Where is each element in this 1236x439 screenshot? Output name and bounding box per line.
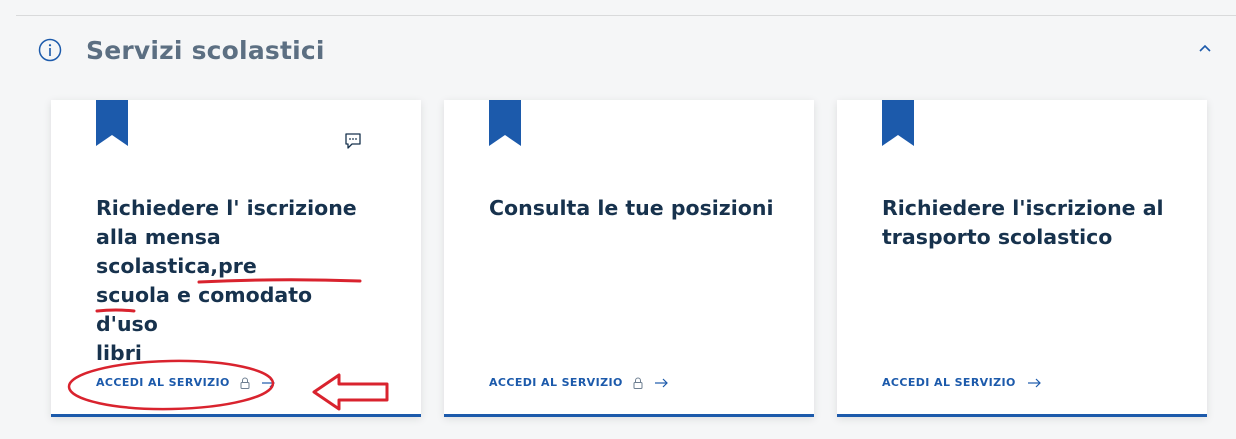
access-service-label: ACCEDI AL SERVIZIO <box>882 376 1016 389</box>
arrow-right-icon <box>654 378 668 387</box>
section-title: Servizi scolastici <box>86 35 325 65</box>
access-service-label: ACCEDI AL SERVIZIO <box>96 376 230 389</box>
info-circle-icon <box>38 38 62 62</box>
chat-icon[interactable] <box>344 132 362 150</box>
lock-icon <box>633 377 643 389</box>
bookmark-icon <box>882 100 914 146</box>
service-card-mensa[interactable]: Richiedere l' iscrizione alla mensa scol… <box>51 100 421 417</box>
access-service-link[interactable]: ACCEDI AL SERVIZIO <box>882 376 1041 389</box>
card-title-line: Consulta le tue posizioni <box>489 196 774 220</box>
section-divider <box>16 15 1236 16</box>
access-service-link[interactable]: ACCEDI AL SERVIZIO <box>96 376 275 389</box>
lock-icon <box>240 377 250 389</box>
arrow-right-icon <box>261 378 275 387</box>
card-title-line: trasporto scolastico <box>882 225 1113 249</box>
service-card-trasporto[interactable]: Richiedere l'iscrizione al trasporto sco… <box>837 100 1207 417</box>
arrow-right-icon <box>1027 378 1041 387</box>
card-title-line: alla mensa scolastica,pre <box>96 225 257 278</box>
bookmark-icon <box>489 100 521 146</box>
card-title[interactable]: Richiedere l'iscrizione al trasporto sco… <box>882 194 1167 252</box>
card-title[interactable]: Consulta le tue posizioni <box>489 194 774 223</box>
bookmark-icon <box>96 100 128 146</box>
card-title-line: Richiedere l' iscrizione <box>96 196 357 220</box>
card-title-line: libri <box>96 341 142 365</box>
access-service-link[interactable]: ACCEDI AL SERVIZIO <box>489 376 668 389</box>
access-service-label: ACCEDI AL SERVIZIO <box>489 376 623 389</box>
card-title-line: Richiedere l'iscrizione al <box>882 196 1164 220</box>
card-title[interactable]: Richiedere l' iscrizione alla mensa scol… <box>96 194 381 368</box>
service-card-posizioni[interactable]: Consulta le tue posizioni ACCEDI AL SERV… <box>444 100 814 417</box>
section-header[interactable]: Servizi scolastici <box>38 30 325 70</box>
card-title-line: scuola e comodato d'uso <box>96 283 313 336</box>
chevron-up-icon[interactable] <box>1197 40 1213 56</box>
